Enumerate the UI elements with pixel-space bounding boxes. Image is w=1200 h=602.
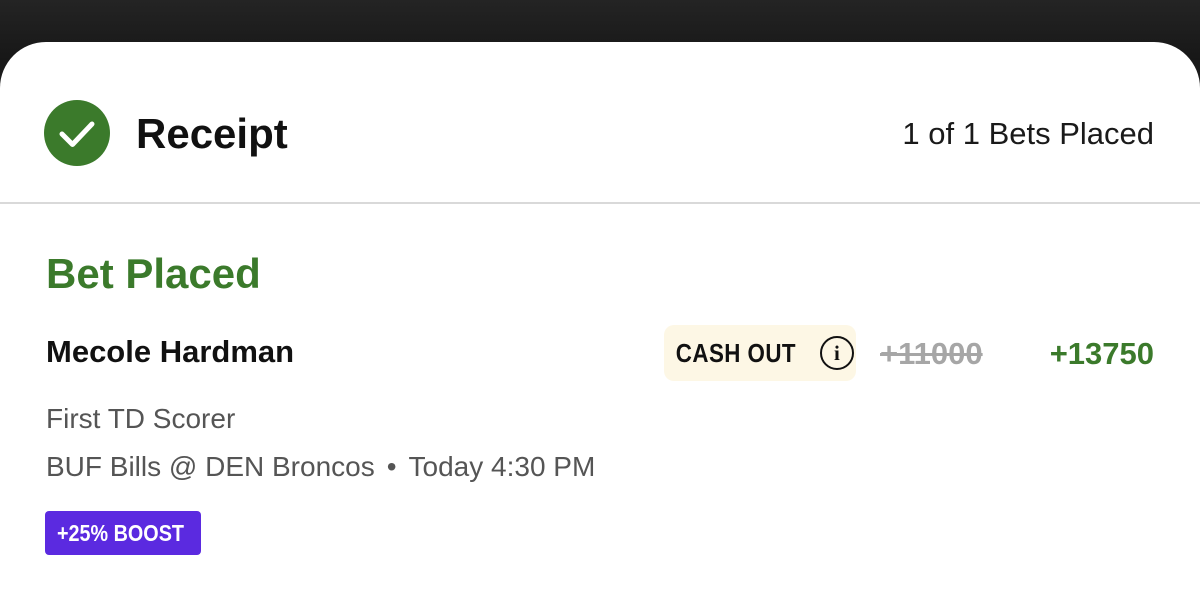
bet-status: Bet Placed: [46, 250, 261, 297]
check-circle-icon: [44, 100, 110, 166]
cash-out-label: CASH OUT: [675, 337, 797, 368]
page-title: Receipt: [136, 110, 288, 157]
boosted-odds: +13750: [1049, 336, 1154, 371]
bets-placed-count: 1 of 1 Bets Placed: [902, 116, 1154, 151]
receipt-sheet: Receipt 1 of 1 Bets Placed Bet Placed Me…: [0, 42, 1200, 602]
boost-label: +25% BOOST: [57, 519, 184, 546]
receipt-header: Receipt 1 of 1 Bets Placed: [0, 42, 1200, 204]
matchup: BUF Bills @ DEN Broncos: [46, 451, 375, 482]
bet-selection: Mecole Hardman: [46, 334, 295, 369]
info-icon[interactable]: i: [819, 336, 854, 370]
start-time: Today 4:30 PM: [408, 451, 596, 482]
cash-out-button[interactable]: CASH OUT i: [664, 325, 856, 381]
game-info: BUF Bills @ DEN Broncos • Today 4:30 PM: [46, 448, 595, 486]
boost-badge: +25% BOOST: [45, 511, 201, 555]
bet-market: First TD Scorer: [46, 403, 236, 434]
separator-dot: •: [386, 451, 397, 482]
original-odds: +11000: [880, 336, 983, 371]
